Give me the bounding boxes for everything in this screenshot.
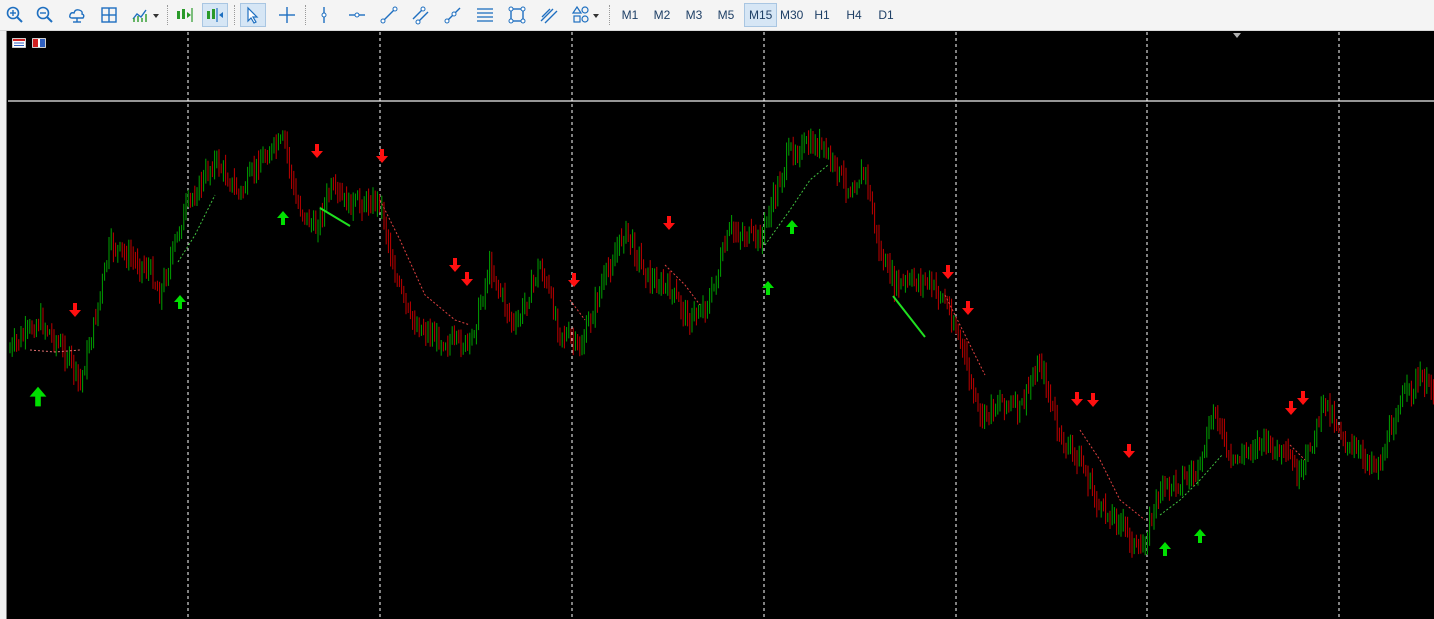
buy-arrow-icon <box>1159 542 1171 556</box>
buy-arrow-icon <box>1194 529 1206 543</box>
vertical-line-icon <box>321 7 327 23</box>
timeframe-m1[interactable]: M1 <box>617 3 643 27</box>
chart-icons <box>12 38 46 48</box>
ray-icon <box>444 7 461 24</box>
grid-button[interactable] <box>96 3 122 27</box>
channel-button[interactable] <box>408 3 434 27</box>
rectangle-icon <box>508 6 526 24</box>
sell-arrow-icon <box>663 216 675 230</box>
toolbar-separator <box>305 5 307 25</box>
chart-type-icon <box>132 9 159 22</box>
signal-trend-line <box>764 164 829 246</box>
sell-arrow-icon <box>311 144 323 158</box>
timeframe-h4[interactable]: H4 <box>841 3 867 27</box>
timeframe-d1[interactable]: D1 <box>873 3 899 27</box>
sell-arrow-icon <box>449 258 461 272</box>
buy-arrow-icon <box>277 211 289 225</box>
sell-arrow-icon <box>1297 391 1309 405</box>
sell-arrow-icon <box>69 303 81 317</box>
chart-save-icon[interactable] <box>32 38 46 48</box>
horizontal-line-icon <box>349 12 365 18</box>
sell-arrow-icon <box>1087 393 1099 407</box>
pitchfork-button[interactable] <box>536 3 562 27</box>
buy-arrow-icon <box>29 386 47 407</box>
zoom-out-button[interactable] <box>32 3 58 27</box>
zoom-in-icon <box>6 6 23 23</box>
buy-arrow-icon <box>174 295 186 309</box>
buy-arrow-icon <box>786 220 798 234</box>
timeframe-m30[interactable]: M30 <box>776 3 807 27</box>
sell-arrow-icon <box>1071 392 1083 406</box>
grid-icon <box>101 7 117 23</box>
chart-shift-button[interactable] <box>202 3 228 27</box>
signal-trend-line <box>29 349 81 353</box>
autoscroll-icon <box>177 8 193 22</box>
chart-list-icon[interactable] <box>12 38 26 48</box>
sell-arrow-icon <box>568 273 580 287</box>
sell-arrow-icon <box>1285 401 1297 415</box>
channel-icon <box>412 6 429 25</box>
timeframe-m3[interactable]: M3 <box>681 3 707 27</box>
sell-arrow-icon <box>376 149 388 163</box>
sell-arrow-icon <box>962 301 974 315</box>
fibonacci-icon <box>477 8 493 22</box>
sell-arrow-icon <box>461 272 473 286</box>
zoom-in-button[interactable] <box>2 3 28 27</box>
drawn-trendline <box>892 295 926 338</box>
fibonacci-button[interactable] <box>472 3 498 27</box>
cursor-icon <box>247 6 259 24</box>
pitchfork-icon <box>540 8 558 24</box>
horizontal-line-button[interactable] <box>344 3 370 27</box>
cloud-icon <box>69 9 85 23</box>
trendline-icon <box>380 6 398 24</box>
toolbar-separator <box>234 5 236 25</box>
rectangle-button[interactable] <box>504 3 530 27</box>
zoom-out-icon <box>36 6 53 23</box>
timeframe-m5[interactable]: M5 <box>713 3 739 27</box>
sell-arrow-icon <box>1123 444 1135 458</box>
chart-shift-icon <box>207 8 223 22</box>
chart-type-dropdown[interactable] <box>128 3 164 27</box>
toolbar-separator <box>167 5 169 25</box>
crosshair-icon <box>279 7 295 23</box>
cursor-button[interactable] <box>240 3 266 27</box>
toolbar-separator <box>609 5 611 25</box>
vertical-line-button[interactable] <box>311 3 337 27</box>
cloud-button[interactable] <box>64 3 90 27</box>
autoscroll-button[interactable] <box>171 3 197 27</box>
sell-arrow-icon <box>942 265 954 279</box>
toolbar: M1 M2 M3 M5 M15 M30 H1 H4 D1 <box>0 0 1434 31</box>
timeframe-h1[interactable]: H1 <box>809 3 835 27</box>
trendline-button[interactable] <box>376 3 402 27</box>
ray-button[interactable] <box>440 3 466 27</box>
timeframe-m15[interactable]: M15 <box>744 3 778 27</box>
price-chart[interactable] <box>0 31 1434 619</box>
shapes-dropdown[interactable] <box>568 3 604 27</box>
shapes-icon <box>571 5 599 23</box>
chart-shift-marker-icon <box>1233 33 1241 38</box>
timeframe-m2[interactable]: M2 <box>649 3 675 27</box>
crosshair-button[interactable] <box>274 3 300 27</box>
